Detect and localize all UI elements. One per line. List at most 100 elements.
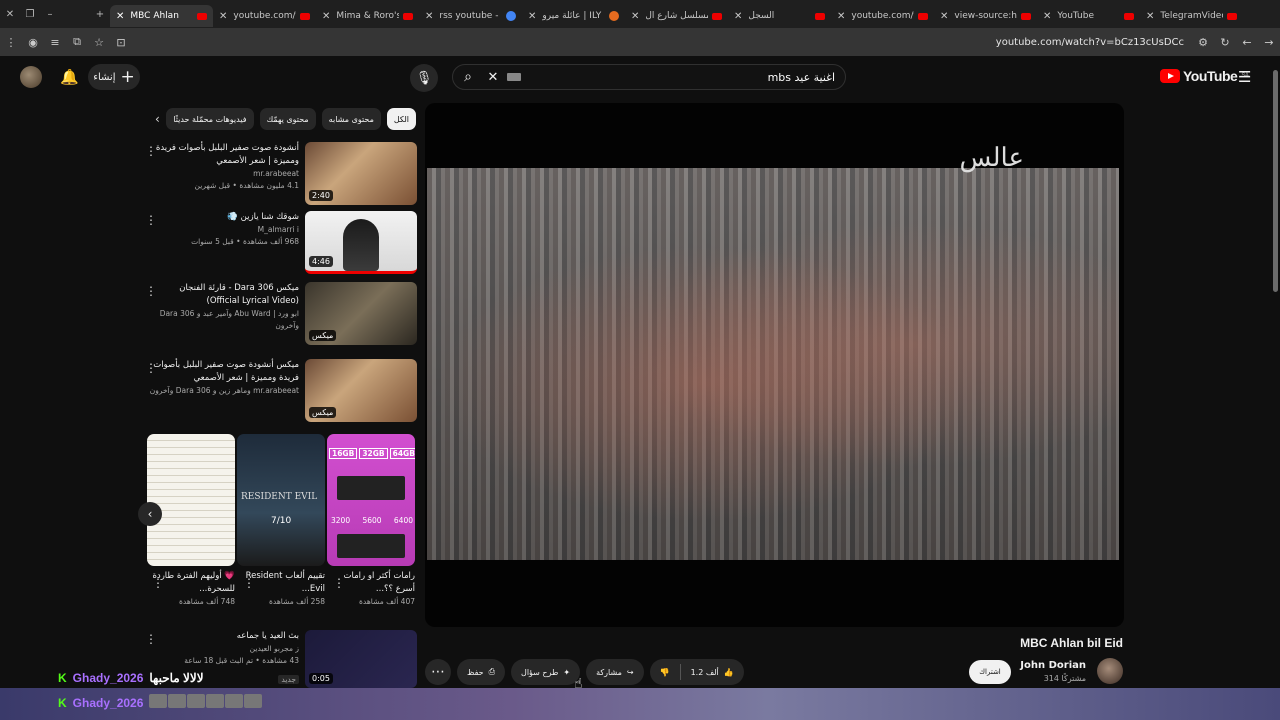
- youtube-logo[interactable]: YouTube SA: [1160, 68, 1249, 84]
- short-thumbnail[interactable]: RESIDENT EVIL 7/10: [237, 434, 325, 566]
- short-thumbnail[interactable]: 16GB 32GB 64GB 3200 5600 6400: [327, 434, 415, 566]
- more-options-icon[interactable]: ⋮: [145, 213, 157, 227]
- voice-search-button[interactable]: 🎙: [410, 64, 438, 92]
- video-title[interactable]: أنشودة صوت صفير البلبل بأصوات فريدة وممي…: [149, 142, 299, 168]
- share-label: مشاركة: [596, 667, 622, 677]
- scrollbar-thumb[interactable]: [1273, 70, 1278, 292]
- dislike-button[interactable]: 👎: [650, 659, 680, 685]
- more-options-icon[interactable]: ⋮: [145, 632, 157, 646]
- chevron-left-icon[interactable]: ‹: [155, 112, 160, 126]
- account-avatar[interactable]: [20, 66, 42, 88]
- related-video[interactable]: 4:46 شوقك شنا يازين 💨 M_almarri i 968 أل…: [145, 211, 417, 275]
- restore-window-icon[interactable]: ❐: [20, 9, 40, 20]
- close-tab-icon[interactable]: ✕: [837, 11, 845, 22]
- close-tab-icon[interactable]: ✕: [425, 11, 433, 22]
- back-icon[interactable]: ←: [1236, 36, 1258, 49]
- channel-avatar[interactable]: [1097, 658, 1123, 684]
- channel-name[interactable]: mr.arabeeat: [149, 168, 299, 180]
- profile-icon[interactable]: ◉: [22, 36, 44, 49]
- more-options-icon[interactable]: ⋮: [152, 576, 164, 590]
- close-tab-icon[interactable]: ✕: [219, 11, 227, 22]
- more-options-icon[interactable]: ⋮: [145, 144, 157, 158]
- chip-for-you[interactable]: محتوى يهمّك: [259, 108, 316, 130]
- chip-similar[interactable]: محتوى مشابه: [321, 108, 381, 130]
- more-actions-button[interactable]: ⋯: [425, 659, 451, 685]
- browser-tab[interactable]: ✕ YouTube: [1037, 5, 1140, 27]
- bookmark-star-icon[interactable]: ☆: [88, 36, 110, 49]
- channel-name-main[interactable]: John Dorian: [1020, 660, 1086, 671]
- browser-tab[interactable]: ✕ عائلة ميرو | ILY: [522, 5, 625, 27]
- subscribe-button[interactable]: اشتراك: [969, 660, 1011, 684]
- video-title[interactable]: بث العيد يا جماعه: [149, 630, 299, 643]
- close-tab-icon[interactable]: ✕: [116, 11, 124, 22]
- sparkle-icon: ✦: [563, 667, 571, 677]
- video-player[interactable]: عالس: [425, 103, 1124, 627]
- reload-icon[interactable]: ↻: [1214, 36, 1236, 49]
- video-thumbnail[interactable]: 0:05: [305, 630, 417, 688]
- install-app-icon[interactable]: ⊡: [110, 36, 132, 49]
- related-mix[interactable]: ميكس ميكس أنشودة صوت صفير البلبل بأصوات …: [145, 359, 417, 423]
- more-options-icon[interactable]: ⋮: [145, 361, 157, 375]
- related-mix[interactable]: ميكس ميكس Dara 306 - قارئة الفنجان (Offi…: [145, 282, 417, 346]
- close-tab-icon[interactable]: ✕: [940, 11, 948, 22]
- browser-tab[interactable]: ✕ youtube.com/f: [213, 5, 316, 27]
- browser-tab[interactable]: ✕ Mima & Roro's: [316, 5, 419, 27]
- browser-tab[interactable]: ✕ مسلسل شارع ال: [625, 5, 728, 27]
- browser-tab[interactable]: ✕ rss youtube -: [419, 5, 522, 27]
- channel-name[interactable]: mr.arabeeat وماهر زين و Dara 306 وآخرون: [149, 385, 299, 397]
- create-button[interactable]: إنشاء +: [88, 64, 140, 90]
- extensions-icon[interactable]: ⧉: [66, 35, 88, 49]
- video-thumbnail[interactable]: 2:40: [305, 142, 417, 205]
- browser-tab[interactable]: ✕ MBC Ahlan: [110, 5, 213, 27]
- close-tab-icon[interactable]: ✕: [528, 11, 536, 22]
- close-tab-icon[interactable]: ✕: [631, 11, 639, 22]
- like-button[interactable]: 1.2 ألف 👍: [681, 659, 744, 685]
- menu-dots-icon[interactable]: ⋮: [0, 36, 22, 49]
- browser-tab[interactable]: ✕ TelegramVideo: [1140, 5, 1243, 27]
- video-thumbnail[interactable]: 4:46: [305, 211, 417, 274]
- more-options-icon[interactable]: ⋮: [243, 576, 255, 590]
- clear-search-icon[interactable]: ✕: [483, 70, 503, 85]
- keyboard-icon[interactable]: [507, 73, 521, 81]
- notifications-bell-icon[interactable]: 🔔: [60, 68, 79, 86]
- chip-all[interactable]: الكل: [386, 108, 416, 130]
- reading-list-icon[interactable]: ≡: [44, 36, 66, 49]
- search-icon[interactable]: ⌕: [453, 69, 483, 85]
- ask-button[interactable]: طرح سؤال ✦: [511, 659, 581, 685]
- share-button[interactable]: مشاركة ↪: [586, 659, 644, 685]
- url-text[interactable]: youtube.com/watch?v=bCz13cUsDCc: [996, 37, 1184, 48]
- channel-name[interactable]: M_almarri i: [149, 224, 299, 236]
- more-options-icon[interactable]: ⋮: [333, 576, 345, 590]
- mix-thumbnail[interactable]: ميكس: [305, 282, 417, 345]
- site-settings-icon[interactable]: ⚙: [1192, 36, 1214, 49]
- video-title[interactable]: شوقك شنا يازين 💨: [149, 211, 299, 224]
- minimize-window-icon[interactable]: –: [40, 9, 60, 20]
- video-title[interactable]: ميكس أنشودة صوت صفير البلبل بأصوات فريدة…: [149, 359, 299, 385]
- more-options-icon[interactable]: ⋮: [145, 284, 157, 298]
- browser-tab[interactable]: ✕ السجل: [728, 5, 831, 27]
- channel-name[interactable]: ز مجربو العيدين: [149, 643, 299, 655]
- channel-name[interactable]: ابو ورد | Abu Ward وآمير عبد و Dara 306 …: [149, 308, 299, 332]
- close-tab-icon[interactable]: ✕: [1146, 11, 1154, 22]
- close-tab-icon[interactable]: ✕: [734, 11, 742, 22]
- new-tab-icon[interactable]: +: [90, 9, 110, 20]
- short-thumbnail[interactable]: [147, 434, 235, 566]
- save-button[interactable]: حفظ ⎙: [457, 659, 505, 685]
- video-title[interactable]: ميكس Dara 306 - قارئة الفنجان (Official …: [149, 282, 299, 308]
- close-window-icon[interactable]: ✕: [0, 9, 20, 20]
- carousel-prev-button[interactable]: ‹: [138, 502, 162, 526]
- search-input[interactable]: [521, 70, 845, 84]
- emote-image: [206, 694, 225, 708]
- browser-tab[interactable]: ✕ view-source:ht: [934, 5, 1037, 27]
- ram-stick-image: [337, 476, 405, 500]
- forward-icon[interactable]: →: [1258, 36, 1280, 49]
- chip-recently-uploaded[interactable]: فيديوهات محمّلة حديثًا: [166, 108, 254, 130]
- mix-badge: ميكس: [309, 407, 337, 418]
- hamburger-menu-icon[interactable]: ☰: [1238, 68, 1251, 86]
- browser-tab[interactable]: ✕ youtube.com/f: [831, 5, 934, 27]
- page-scrollbar[interactable]: [1270, 56, 1280, 686]
- close-tab-icon[interactable]: ✕: [1043, 11, 1051, 22]
- mix-thumbnail[interactable]: ميكس: [305, 359, 417, 422]
- close-tab-icon[interactable]: ✕: [322, 11, 330, 22]
- related-video[interactable]: 2:40 أنشودة صوت صفير البلبل بأصوات فريدة…: [145, 142, 417, 206]
